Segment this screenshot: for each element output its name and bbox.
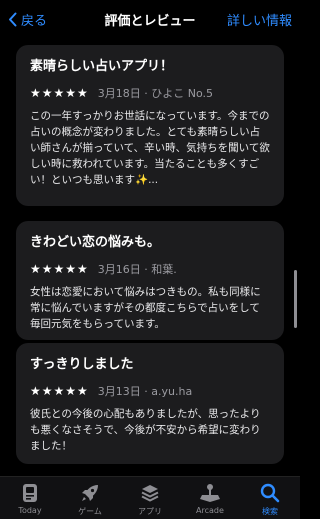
review-meta: ★★★★★ 3月18日 · ひよこ No.5 — [30, 86, 214, 100]
review-date: 3月13日 — [97, 385, 141, 398]
review-title: 素晴らしい占いアプリ！ — [30, 59, 174, 74]
tab-label: アプリ — [138, 507, 162, 516]
navigation-bar: 戻る 評価とレビュー 詳しい情報 — [0, 0, 300, 38]
star-rating: ★★★★★ — [30, 384, 89, 398]
review-date: 3月18日 — [97, 87, 141, 100]
review-meta: ★★★★★ 3月16日 · 和葉. — [30, 262, 177, 276]
tab-today[interactable]: Today — [0, 477, 60, 515]
review-meta: ★★★★★ 3月13日 · a.yu.ha — [30, 384, 193, 398]
reviews-list[interactable]: 素晴らしい占いアプリ！ ★★★★★ 3月18日 · ひよこ No.5 この一年す… — [0, 38, 300, 476]
review-author: 和葉. — [151, 263, 177, 276]
review-body: 女性は恋愛において悩みはつきもの。私も同様に常に悩んでいますがその都度こちらで占… — [30, 286, 261, 330]
review-title: きわどい恋の悩みも。 — [30, 235, 161, 250]
rocket-icon — [82, 485, 98, 501]
tab-search[interactable]: 検索 — [240, 477, 300, 517]
layers-icon — [141, 485, 159, 502]
joystick-icon — [200, 484, 220, 502]
tab-arcade[interactable]: Arcade — [180, 477, 240, 515]
tab-label: 検索 — [262, 507, 278, 516]
tab-label: ゲーム — [78, 507, 102, 516]
chevron-left-icon — [9, 12, 17, 26]
tab-games[interactable]: ゲーム — [60, 477, 120, 517]
search-icon — [260, 483, 280, 503]
review-date: 3月16日 — [97, 263, 141, 276]
tab-bar: Today ゲーム アプリ Arcade 検索 — [0, 476, 300, 519]
review-author: ひよこ No.5 — [151, 87, 214, 100]
details-link[interactable]: 詳しい情報 — [227, 10, 292, 29]
tab-label: Today — [18, 506, 42, 515]
tab-label: Arcade — [196, 506, 224, 515]
review-body: この一年すっかりお世話になっています。今までの占いの概念が変わりました。とても素… — [30, 110, 270, 186]
review-author: a.yu.ha — [151, 384, 193, 398]
star-rating: ★★★★★ — [30, 86, 89, 100]
today-icon — [23, 484, 37, 502]
back-label: 戻る — [21, 13, 48, 29]
scrollbar[interactable] — [294, 270, 297, 328]
review-card[interactable]: 素晴らしい占いアプリ！ ★★★★★ 3月18日 · ひよこ No.5 この一年す… — [16, 45, 284, 206]
tab-apps[interactable]: アプリ — [120, 477, 180, 517]
review-title: すっきりしました — [30, 357, 134, 372]
review-body: 彼氏との今後の心配もありましたが、思ったよりも悪くなさそうで、今後が不安から希望… — [30, 408, 261, 452]
star-rating: ★★★★★ — [30, 262, 89, 276]
review-card[interactable]: すっきりしました ★★★★★ 3月13日 · a.yu.ha 彼氏との今後の心配… — [16, 343, 284, 464]
review-card[interactable]: きわどい恋の悩みも。 ★★★★★ 3月16日 · 和葉. 女性は恋愛において悩み… — [16, 221, 284, 340]
back-button[interactable]: 戻る — [8, 10, 47, 29]
